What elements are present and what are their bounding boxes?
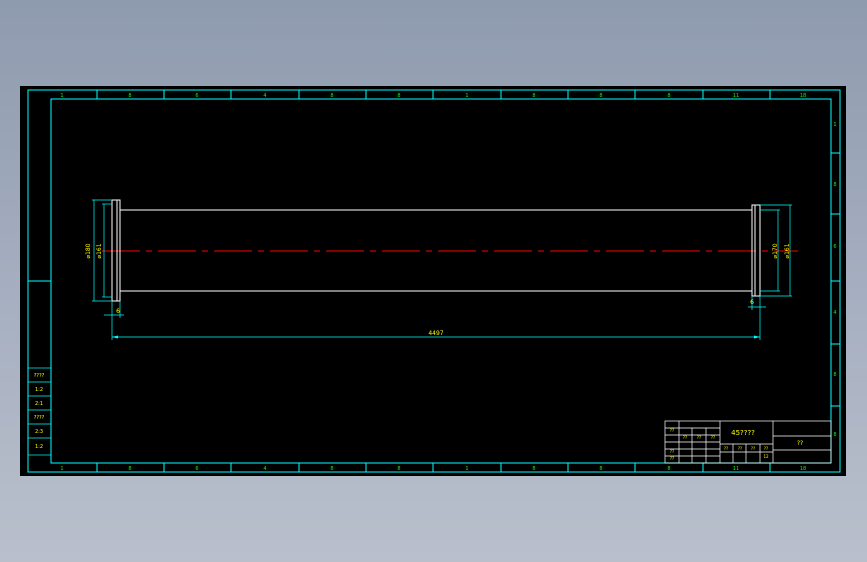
title-block-material: 45????	[731, 429, 755, 437]
cad-drawing: 1 8 6 4 8 8 1 8 8 8 11 18 1 8 6 4 8 8 1 …	[27, 89, 841, 473]
svg-text:8: 8	[833, 432, 836, 438]
title-block: ?? ?? ?? ?? ?? ?? ?? ?? ?? ?? 12 45???? …	[664, 420, 832, 464]
left-table-row-3: 2:1	[35, 401, 43, 407]
left-table-row-6: 1:2	[35, 444, 43, 450]
zone-bottom-12: 18	[800, 466, 806, 472]
sheet-outer-border	[27, 89, 841, 473]
zone-top-1: 1	[60, 93, 63, 99]
sheet-inner-frame	[50, 98, 832, 464]
zone-top-5: 8	[330, 93, 333, 99]
tb-cell-5: ??	[670, 449, 674, 454]
zone-bottom-6: 8	[397, 466, 400, 472]
zone-bottom-7: 1	[465, 466, 468, 472]
svg-text:8: 8	[833, 372, 836, 378]
dimension-lines	[92, 199, 792, 340]
tb-cell-7: ??	[724, 446, 728, 451]
zone-top-11: 11	[733, 93, 739, 99]
left-table-row-1: ????	[34, 373, 45, 379]
zone-bottom-8: 8	[532, 466, 535, 472]
dim-left-inner-dia: ⌀161	[96, 243, 103, 258]
dim-overall-length: 4497	[428, 330, 443, 337]
dim-right-flange-width: 6	[750, 299, 754, 306]
zone-strip-top	[51, 90, 831, 100]
zone-top-4: 4	[263, 93, 266, 99]
tb-cell-3: ??	[697, 435, 701, 440]
tb-cell-8: ??	[738, 446, 742, 451]
zone-bottom-9: 8	[599, 466, 602, 472]
svg-text:6: 6	[833, 244, 836, 250]
dim-left-flange-width: 6	[116, 308, 120, 315]
tb-cell-4: ??	[711, 435, 715, 440]
svg-text:8: 8	[833, 182, 836, 188]
zone-top-7: 1	[465, 93, 468, 99]
zone-top-10: 8	[667, 93, 670, 99]
dim-right-outer-dia: ⌀170	[772, 243, 779, 258]
left-table-row-5: 2:3	[35, 429, 43, 435]
left-revision-table: ???? 1:2 2:1 ???? 2:3 1:2	[27, 367, 52, 456]
zone-bottom-5: 8	[330, 466, 333, 472]
zone-bottom-11: 11	[733, 466, 739, 472]
zone-bottom-4: 4	[263, 466, 266, 472]
zone-top-6: 8	[397, 93, 400, 99]
zone-top-3: 6	[195, 93, 198, 99]
zone-bottom-3: 6	[195, 466, 198, 472]
tb-cell-1: ??	[670, 428, 674, 433]
tb-cell-10: ??	[764, 446, 768, 451]
zone-top-2: 8	[128, 93, 131, 99]
tb-cell-2: ??	[683, 435, 687, 440]
tb-cell-11: 12	[763, 454, 769, 459]
svg-text:1: 1	[833, 122, 836, 128]
zone-bottom-10: 8	[667, 466, 670, 472]
cad-viewport[interactable]: 1 8 6 4 8 8 1 8 8 8 11 18 1 8 6 4 8 8 1 …	[20, 86, 846, 476]
zone-top-9: 8	[599, 93, 602, 99]
title-block-sheet: ??	[797, 440, 803, 447]
svg-text:4: 4	[833, 310, 836, 316]
tb-cell-6: ??	[670, 456, 674, 461]
zone-strip-right	[831, 152, 840, 407]
dim-left-outer-dia: ⌀180	[85, 243, 92, 258]
zone-top-12: 18	[800, 93, 806, 99]
zone-top-8: 8	[532, 93, 535, 99]
dim-right-inner-dia: ⌀161	[784, 243, 791, 258]
left-table-row-4: ????	[34, 415, 45, 421]
zone-bottom-2: 8	[128, 466, 131, 472]
left-table-row-2: 1:2	[35, 387, 43, 393]
zone-bottom-1: 1	[60, 466, 63, 472]
tb-cell-9: ??	[751, 446, 755, 451]
